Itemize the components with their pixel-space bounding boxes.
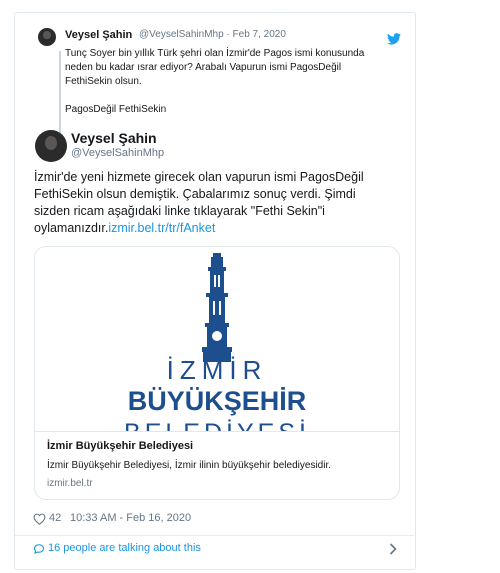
quoted-text-line-3: FethiSekin olsun. (65, 76, 142, 87)
main-text-line-2: FethiSekin olsun demiştik. Çabalarımız s… (34, 187, 356, 201)
conversation-link[interactable]: 16 people are talking about this (48, 542, 201, 554)
preview-title[interactable]: İzmir Büyükşehir Belediyesi (47, 440, 193, 452)
anket-link[interactable]: izmir.bel.tr/tr/fAnket (108, 221, 215, 235)
quoted-text-line-1: Tunç Soyer bin yıllık Türk şehri olan İz… (65, 48, 365, 59)
preview-meta[interactable]: İzmir Büyükşehir Belediyesi İzmir Büyükş… (35, 431, 399, 499)
speech-bubble-icon[interactable] (33, 543, 45, 555)
like-count[interactable]: 42 (49, 512, 61, 524)
quoted-thread-line (59, 51, 61, 137)
main-display-name[interactable]: Veysel Şahin (71, 130, 157, 146)
preview-description: İzmir Büyükşehir Belediyesi, İzmir ilini… (47, 460, 331, 471)
logo-line-3: BELEDİYESİ (124, 418, 310, 431)
clock-tower-icon: İZMİR BÜYÜKŞEHİR BELEDİYESİ (124, 253, 310, 431)
main-text-last-prefix: oylamanızdır. (34, 221, 109, 235)
main-text-line-3: sizden ricam aşağıdaki linke tıklayarak … (34, 204, 325, 218)
preview-domain[interactable]: izmir.bel.tr (47, 478, 93, 489)
logo-line-1: İZMİR (167, 355, 268, 385)
main-handle[interactable]: @VeyselSahinMhp (71, 147, 164, 159)
footer-divider (15, 535, 414, 536)
twitter-bird-icon[interactable] (387, 33, 401, 45)
main-avatar[interactable] (35, 130, 67, 162)
quoted-handle-date[interactable]: @VeyselSahinMhp · Feb 7, 2020 (139, 29, 286, 40)
main-text-line-1: İzmir'de yeni hizmete girecek olan vapur… (34, 170, 364, 184)
quoted-avatar[interactable] (38, 28, 56, 46)
preview-image: İZMİR BÜYÜKŞEHİR BELEDİYESİ (35, 247, 399, 431)
tweet-timestamp[interactable]: 10:33 AM - Feb 16, 2020 (70, 512, 191, 524)
quoted-display-name[interactable]: Veysel Şahin (65, 29, 132, 41)
chevron-right-icon[interactable] (389, 543, 397, 555)
logo-line-2: BÜYÜKŞEHİR (128, 386, 307, 416)
quoted-hashtags[interactable]: PagosDeğil FethiSekin (65, 103, 166, 116)
quoted-text-line-2: neden bu kadar ısrar ediyor? Arabalı Vap… (65, 62, 342, 73)
main-text-line-4: oylamanızdır.izmir.bel.tr/tr/fAnket (34, 220, 215, 237)
link-preview-card[interactable]: İZMİR BÜYÜKŞEHİR BELEDİYESİ İzmir Büyükş… (34, 246, 400, 500)
heart-icon[interactable] (33, 513, 46, 525)
